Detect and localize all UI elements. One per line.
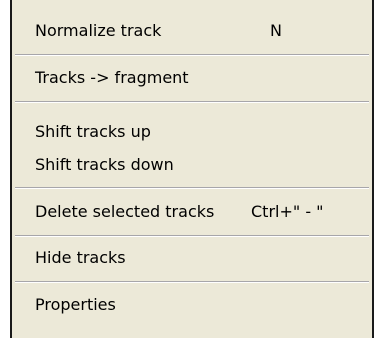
menu-separator: [15, 281, 369, 283]
menu-item-shift-tracks-down[interactable]: Shift tracks down: [12, 150, 372, 180]
menu-item-label: Properties: [35, 295, 116, 314]
menu-separator: [15, 54, 369, 56]
menu-item-shortcut: N: [270, 21, 282, 40]
menu-item-normalize-track[interactable]: Normalize track N: [12, 16, 372, 46]
menu-item-delete-selected-tracks[interactable]: Delete selected tracks Ctrl+" - ": [12, 197, 372, 227]
menu-item-label: Shift tracks down: [35, 155, 174, 174]
menu-item-hide-tracks[interactable]: Hide tracks: [12, 243, 372, 273]
menu-item-label: Hide tracks: [35, 248, 126, 267]
context-menu: Normalize track N Tracks -> fragment Shi…: [10, 0, 374, 338]
menu-item-shortcut: Ctrl+" - ": [251, 202, 324, 221]
menu-item-shift-tracks-up[interactable]: Shift tracks up: [12, 117, 372, 147]
menu-item-tracks-to-fragment[interactable]: Tracks -> fragment: [12, 63, 372, 93]
menu-item-properties[interactable]: Properties: [12, 290, 372, 320]
menu-item-label: Tracks -> fragment: [35, 68, 189, 87]
menu-separator: [15, 235, 369, 237]
menu-separator: [15, 101, 369, 103]
menu-item-label: Delete selected tracks: [35, 202, 215, 221]
menu-separator: [15, 187, 369, 189]
menu-item-label: Shift tracks up: [35, 122, 151, 141]
menu-item-label: Normalize track: [35, 21, 162, 40]
